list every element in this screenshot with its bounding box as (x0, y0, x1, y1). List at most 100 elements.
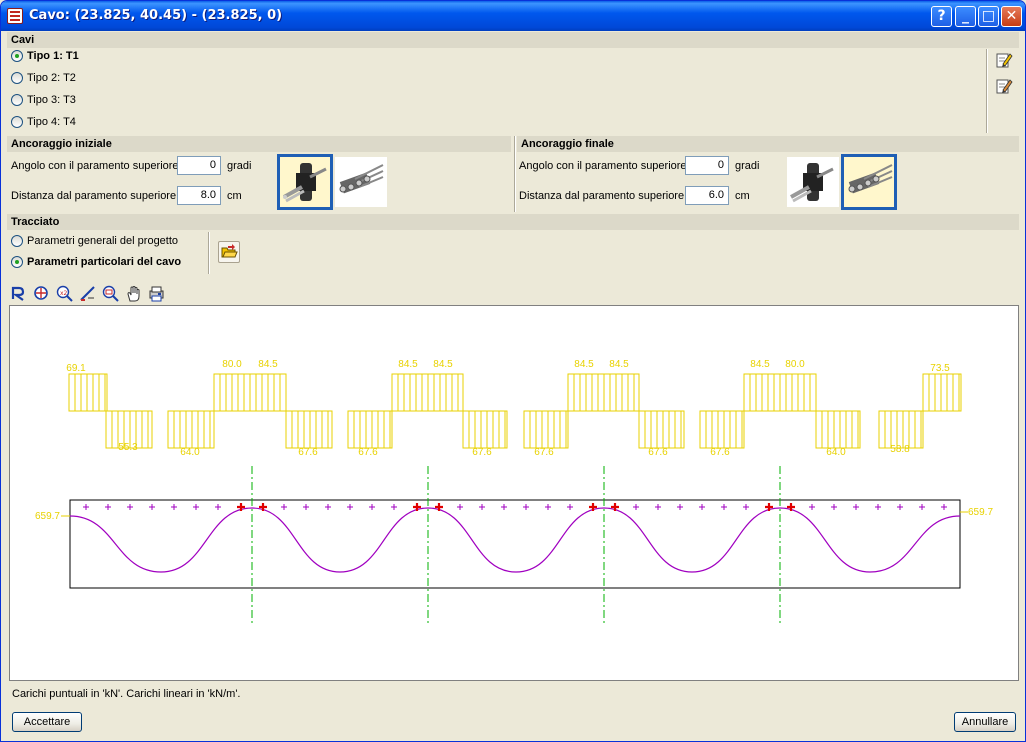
end-label-left: 659.7 (35, 511, 60, 522)
radio-dot (11, 256, 23, 268)
help-button[interactable]: ? (931, 6, 952, 27)
maximize-button[interactable]: □ (978, 6, 999, 27)
title-bar[interactable]: Cavo: (23.825, 40.45) - (23.825, 0) ? _ … (1, 1, 1025, 31)
negative-load-block (347, 410, 393, 449)
tendon-tick-mark (919, 504, 925, 510)
radio-dot (11, 116, 23, 128)
tendon-tick-mark (391, 504, 397, 510)
load-label-top: 73.5 (930, 363, 950, 374)
initial-dist-input[interactable]: 8.0 (177, 186, 221, 205)
edit-icon[interactable] (995, 51, 1013, 69)
final-angle-input[interactable]: 0 (685, 156, 729, 175)
cable-type-4-label: Tipo 4: T4 (27, 116, 76, 128)
tracciato-header: Tracciato (7, 214, 1019, 230)
tendon-tick-mark (875, 504, 881, 510)
cancel-button[interactable]: Annullare (954, 712, 1016, 732)
cable-type-1-radio[interactable]: Tipo 1: T1 (11, 50, 79, 62)
initial-angle-unit: gradi (227, 160, 252, 172)
cable-type-2-radio[interactable]: Tipo 2: T2 (11, 72, 76, 84)
particular-params-radio[interactable]: Parametri particolari del cavo (11, 256, 181, 268)
negative-load-block (285, 410, 333, 449)
load-label-top: 69.1 (66, 363, 86, 374)
cable-profile-drawing[interactable]: 69.1 80.0 84.5 84.5 84.5 84.5 84.5 84.5 80.0 73.5… (10, 306, 1018, 680)
cable-dialog: Cavo: (23.825, 40.45) - (23.825, 0) ? _ … (0, 0, 1026, 742)
initial-passive-anchor-button[interactable] (335, 157, 387, 207)
load-label-top: 80.0 (222, 359, 242, 370)
negative-load-block (878, 410, 924, 449)
pan-hand-icon[interactable] (125, 285, 142, 302)
passive-anchor-icon (339, 164, 384, 194)
status-text: Carichi puntuali in 'kN'. Carichi linear… (12, 688, 241, 700)
radio-dot (11, 72, 23, 84)
load-label-bottom: 67.6 (298, 447, 318, 458)
load-label-top: 84.5 (398, 359, 418, 370)
app-icon (7, 8, 23, 24)
cable-type-3-label: Tipo 3: T3 (27, 94, 76, 106)
end-label-right: 659.7 (968, 507, 993, 518)
initial-angle-input[interactable]: 0 (177, 156, 221, 175)
final-passive-anchor-button[interactable] (841, 154, 897, 210)
accept-button[interactable]: Accettare (12, 712, 82, 732)
close-button[interactable]: ✕ (1001, 6, 1022, 27)
tendon-tick-mark (149, 504, 155, 510)
negative-load-block (523, 410, 569, 449)
load-label-top: 84.5 (609, 359, 629, 370)
tendon-tick-mark (567, 504, 573, 510)
final-active-anchor-button[interactable] (787, 157, 839, 207)
final-dist-unit: cm (735, 190, 750, 202)
load-label-bottom: 64.0 (180, 447, 200, 458)
print-icon[interactable] (148, 285, 165, 302)
tendon-tick-mark (721, 504, 727, 510)
tendon-tick-mark (369, 504, 375, 510)
particular-params-label: Parametri particolari del cavo (27, 256, 182, 268)
tracciato-separator (208, 232, 210, 274)
active-anchor-icon (790, 163, 834, 203)
final-dist-input[interactable]: 6.0 (685, 186, 729, 205)
tendon-tick-mark (127, 504, 133, 510)
support-cross-mark (413, 503, 421, 511)
tendon-tick-mark (215, 504, 221, 510)
cavi-header: Cavi (7, 32, 1019, 48)
load-label-bottom: 67.6 (472, 447, 492, 458)
zoom-window-icon[interactable] (102, 285, 119, 302)
load-label-top: 84.5 (574, 359, 594, 370)
tendon-tick-mark (457, 504, 463, 510)
load-label-bottom: 67.6 (358, 447, 378, 458)
load-label-top: 80.0 (785, 359, 805, 370)
tendon-tick-mark (501, 504, 507, 510)
negative-load-block (815, 410, 861, 449)
minimize-button[interactable]: _ (955, 6, 976, 27)
cavi-separator (986, 49, 988, 133)
initial-active-anchor-button[interactable] (277, 154, 333, 210)
general-params-radio[interactable]: Parametri generali del progetto (11, 235, 178, 247)
cable-profile-curve (69, 507, 961, 573)
measure-icon[interactable] (79, 285, 96, 302)
cable-drawing-area[interactable]: 69.1 80.0 84.5 84.5 84.5 84.5 84.5 84.5 80.0 73.5… (9, 305, 1019, 681)
cable-type-1-label: Tipo 1: T1 (27, 50, 79, 62)
tendon-tick-mark (677, 504, 683, 510)
tendon-tick-mark (831, 504, 837, 510)
cable-type-2-label: Tipo 2: T2 (27, 72, 76, 84)
load-label-bottom: 67.6 (710, 447, 730, 458)
zoom-all-icon[interactable] (33, 285, 50, 302)
open-profile-button[interactable] (218, 241, 240, 263)
support-cross-mark (435, 503, 443, 511)
load-label-top: 84.5 (750, 359, 770, 370)
final-anchor-header: Ancoraggio finale (517, 136, 1019, 152)
cable-type-3-radio[interactable]: Tipo 3: T3 (11, 94, 76, 106)
final-angle-unit: gradi (735, 160, 760, 172)
tendon-tick-mark (809, 504, 815, 510)
zoom-x2-icon[interactable]: x2 (56, 285, 73, 302)
redraw-icon[interactable] (10, 285, 27, 302)
negative-load-block (638, 410, 685, 449)
cable-type-4-radio[interactable]: Tipo 4: T4 (11, 116, 76, 128)
tendon-tick-mark (941, 504, 947, 510)
passive-anchor-icon (848, 164, 893, 194)
support-cross-mark (589, 503, 597, 511)
tendon-tick-mark (853, 504, 859, 510)
tendon-tick-mark (479, 504, 485, 510)
tendon-tick-mark (347, 504, 353, 510)
window-title: Cavo: (23.825, 40.45) - (23.825, 0) (29, 8, 283, 23)
edit-copy-icon[interactable] (995, 77, 1013, 95)
negative-load-block (167, 410, 215, 449)
